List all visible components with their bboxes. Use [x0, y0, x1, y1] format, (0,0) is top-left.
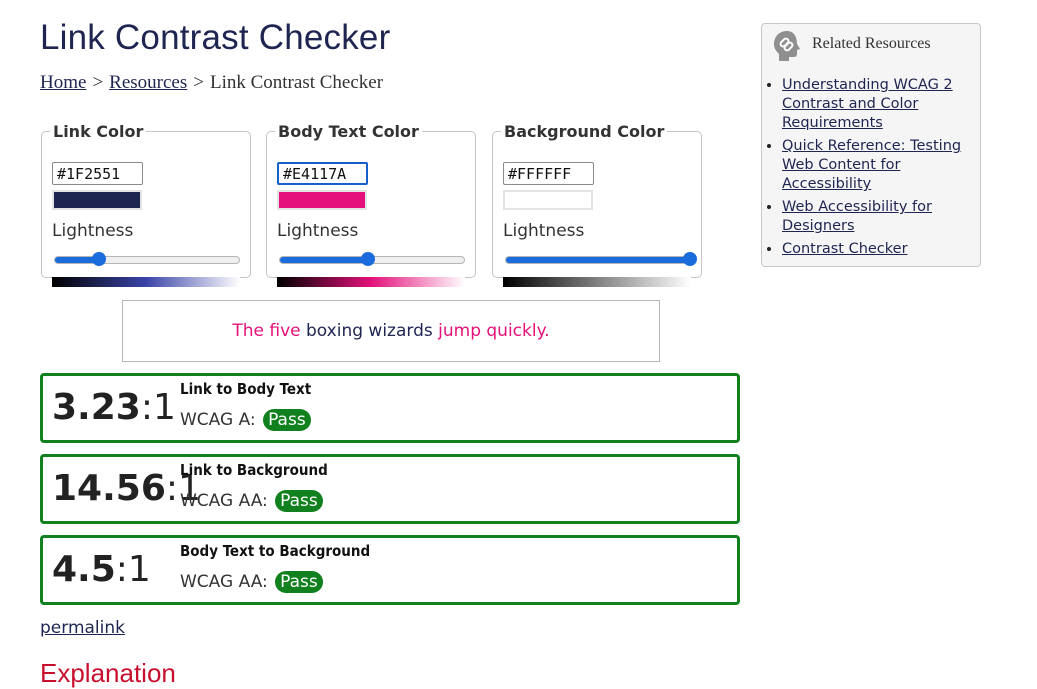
result-title: Link to Background: [180, 461, 328, 479]
ratio-suffix: :1: [140, 387, 176, 428]
list-item: Web Accessibility for Designers: [782, 198, 987, 236]
breadcrumb: Home > Resources > Link Contrast Checker: [40, 72, 383, 94]
background-color-picker: Background Color Lightness: [492, 122, 702, 287]
link-color-swatch[interactable]: [52, 190, 142, 210]
background-lightness-fill: [506, 257, 690, 263]
wcag-result: WCAG AA: Pass: [180, 571, 323, 593]
breadcrumb-current: Link Contrast Checker: [209, 72, 384, 93]
ratio-value: 4.5: [52, 549, 116, 590]
pass-badge: Pass: [275, 490, 323, 512]
breadcrumb-home-link[interactable]: Home: [40, 72, 86, 93]
related-link-quick-reference[interactable]: Quick Reference: Testing Web Content for…: [782, 138, 961, 192]
result-title: Link to Body Text: [180, 380, 312, 398]
link-icon: [772, 30, 802, 62]
contrast-ratio: 4.5:1: [52, 549, 151, 590]
related-resources-panel: Related Resources Understanding WCAG 2 C…: [761, 23, 981, 267]
wcag-level: WCAG A:: [180, 410, 256, 430]
sample-body-text: boxing wizards: [306, 321, 433, 341]
ratio-value: 14.56: [52, 468, 166, 509]
breadcrumb-separator: >: [92, 72, 104, 93]
link-lightness-label: Lightness: [52, 221, 134, 241]
list-item: Quick Reference: Testing Web Content for…: [782, 137, 987, 194]
sample-preview: The five boxing wizards jump quickly.: [122, 300, 660, 362]
related-link-designers[interactable]: Web Accessibility for Designers: [782, 199, 932, 234]
link-color-input[interactable]: [52, 162, 143, 185]
pass-badge: Pass: [263, 409, 311, 431]
page-title: Link Contrast Checker: [40, 18, 391, 57]
list-item: Understanding WCAG 2 Contrast and Color …: [782, 76, 987, 133]
body-text-color-input[interactable]: [277, 162, 368, 185]
body-text-color-legend: Body Text Color: [278, 122, 419, 141]
contrast-ratio: 3.23:1: [52, 387, 176, 428]
body-text-lightness-fill: [280, 257, 369, 263]
contrast-ratio: 14.56:1: [52, 468, 201, 509]
body-text-lightness-gradient: [277, 277, 465, 287]
background-lightness-gradient: [503, 277, 691, 287]
background-lightness-slider[interactable]: [505, 252, 697, 266]
link-color-picker: Link Color Lightness: [41, 122, 251, 287]
breadcrumb-resources-link[interactable]: Resources: [109, 72, 187, 93]
link-lightness-thumb[interactable]: [92, 252, 107, 266]
result-link-to-background: 14.56:1 Link to Background WCAG AA: Pass: [40, 454, 740, 524]
background-lightness-thumb[interactable]: [683, 252, 697, 266]
result-body-to-background: 4.5:1 Body Text to Background WCAG AA: P…: [40, 535, 740, 605]
sample-link-text-1: The five: [232, 321, 301, 341]
ratio-suffix: :1: [115, 549, 151, 590]
ratio-value: 3.23: [52, 387, 141, 428]
background-color-swatch[interactable]: [503, 190, 593, 210]
wcag-level: WCAG AA:: [180, 491, 268, 511]
background-lightness-label: Lightness: [503, 221, 585, 241]
link-color-legend: Link Color: [53, 122, 144, 141]
background-color-legend: Background Color: [504, 122, 665, 141]
body-text-lightness-label: Lightness: [277, 221, 359, 241]
wcag-result: WCAG A: Pass: [180, 409, 311, 431]
related-resources-list: Understanding WCAG 2 Contrast and Color …: [762, 76, 987, 263]
wcag-result: WCAG AA: Pass: [180, 490, 323, 512]
link-lightness-slider[interactable]: [54, 252, 240, 266]
body-text-color-picker: Body Text Color Lightness: [266, 122, 476, 287]
related-link-understanding-wcag[interactable]: Understanding WCAG 2 Contrast and Color …: [782, 77, 953, 131]
sample-link-text-2: jump quickly.: [438, 321, 550, 341]
link-lightness-gradient: [52, 277, 240, 287]
permalink-link[interactable]: permalink: [40, 618, 125, 638]
breadcrumb-separator: >: [193, 72, 204, 93]
related-resources-heading: Related Resources: [812, 35, 931, 52]
body-text-lightness-thumb[interactable]: [361, 252, 376, 266]
pass-badge: Pass: [275, 571, 323, 593]
related-link-contrast-checker[interactable]: Contrast Checker: [782, 241, 908, 257]
result-link-to-body: 3.23:1 Link to Body Text WCAG A: Pass: [40, 373, 740, 443]
background-color-input[interactable]: [503, 162, 594, 185]
body-text-color-swatch[interactable]: [277, 190, 367, 210]
body-text-lightness-slider[interactable]: [279, 252, 465, 266]
wcag-level: WCAG AA:: [180, 572, 268, 592]
list-item: Contrast Checker: [782, 240, 987, 259]
result-title: Body Text to Background: [180, 542, 371, 560]
explanation-heading: Explanation: [40, 658, 176, 688]
